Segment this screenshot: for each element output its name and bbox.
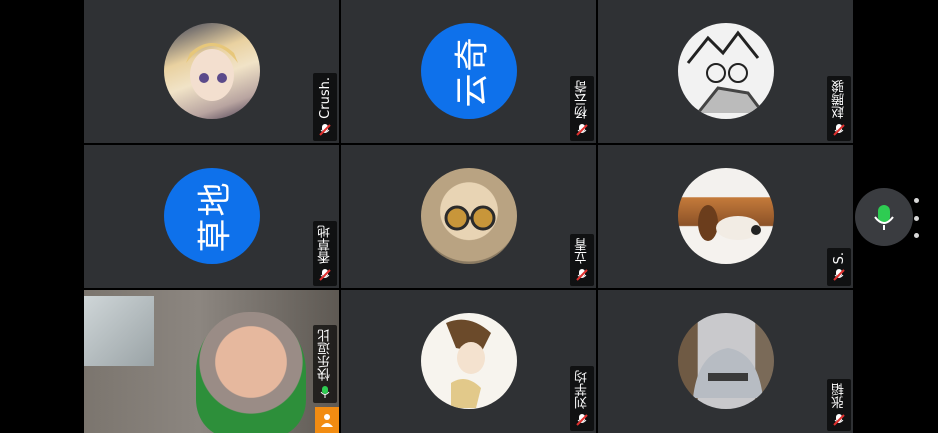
microphone-button[interactable] xyxy=(855,188,913,246)
participant-name: Crush. xyxy=(317,77,333,119)
participant-tile[interactable]: 立青 xyxy=(341,145,596,288)
name-tag: 张韬 xyxy=(827,379,851,431)
participant-name: 刘芋均 xyxy=(574,370,590,409)
hoodie-avatar-icon xyxy=(693,348,763,398)
participant-avatar: 草地 xyxy=(164,168,260,264)
participant-tile[interactable]: 云奇 杨云奇 xyxy=(341,0,596,143)
avatar-initials: 草地 xyxy=(195,180,236,252)
avatar-initials: 云奇 xyxy=(452,35,493,107)
video-background-window xyxy=(84,296,154,366)
muted-mic-icon xyxy=(833,414,845,426)
participant-name: 张韬 xyxy=(831,383,847,409)
participant-avatar xyxy=(421,313,517,409)
participant-avatar xyxy=(164,23,260,119)
dot xyxy=(913,233,919,238)
sketch-avatar-icon xyxy=(686,30,765,114)
dot xyxy=(913,215,919,221)
dot xyxy=(913,198,919,203)
muted-mic-icon xyxy=(576,414,588,426)
microphone-icon xyxy=(874,205,894,230)
video-feed xyxy=(84,290,339,433)
name-tag: 刘芋均 xyxy=(570,366,594,431)
participant-avatar xyxy=(678,168,774,264)
name-tag: Crush. xyxy=(313,73,337,141)
name-tag: 赵腾骏 xyxy=(827,76,851,141)
participant-avatar xyxy=(421,168,517,264)
more-options-button[interactable] xyxy=(910,198,922,238)
participant-avatar: 云奇 xyxy=(421,23,517,119)
muted-mic-icon xyxy=(576,124,588,136)
participant-name: 香草地 xyxy=(317,225,333,264)
active-speaker-tile[interactable]: 快乐逗比 xyxy=(84,290,339,433)
gallery-grid: Crush. 云奇 杨云奇 赵腾骏 草地 香草地 立青 S. 快乐逗比 刘芋均 … xyxy=(84,0,855,433)
participant-avatar xyxy=(678,313,774,409)
participant-avatar xyxy=(678,23,774,119)
participant-name: 杨云奇 xyxy=(574,80,590,119)
muted-mic-icon xyxy=(319,269,331,281)
participant-name: 立青 xyxy=(574,238,590,264)
participant-name: 赵腾骏 xyxy=(831,80,847,119)
participant-tile[interactable]: 赵腾骏 xyxy=(598,0,853,143)
name-tag: 杨云奇 xyxy=(570,76,594,141)
video-participant xyxy=(196,312,306,433)
name-tag: 立青 xyxy=(570,234,594,286)
participant-tile[interactable]: Crush. xyxy=(84,0,339,143)
name-tag: 快乐逗比 xyxy=(313,325,337,403)
name-tag: 香草地 xyxy=(313,221,337,286)
person-icon xyxy=(321,414,333,427)
host-icon xyxy=(315,407,339,433)
participant-tile[interactable]: 草地 香草地 xyxy=(84,145,339,288)
participant-tile[interactable]: S. xyxy=(598,145,853,288)
cat-sunglasses-icon xyxy=(444,205,496,231)
participant-tile[interactable]: 张韬 xyxy=(598,290,853,433)
muted-mic-icon xyxy=(576,269,588,281)
dog-avatar-icon xyxy=(698,205,761,241)
name-tag: S. xyxy=(827,247,851,286)
unmuted-mic-icon xyxy=(320,386,330,398)
illustration-avatar-icon xyxy=(446,319,491,408)
anime-avatar-icon xyxy=(186,43,238,101)
participant-name: S. xyxy=(831,251,847,264)
muted-mic-icon xyxy=(833,124,845,136)
muted-mic-icon xyxy=(319,124,331,136)
participant-name: 快乐逗比 xyxy=(317,329,333,381)
muted-mic-icon xyxy=(833,269,845,281)
participant-tile[interactable]: 刘芋均 xyxy=(341,290,596,433)
